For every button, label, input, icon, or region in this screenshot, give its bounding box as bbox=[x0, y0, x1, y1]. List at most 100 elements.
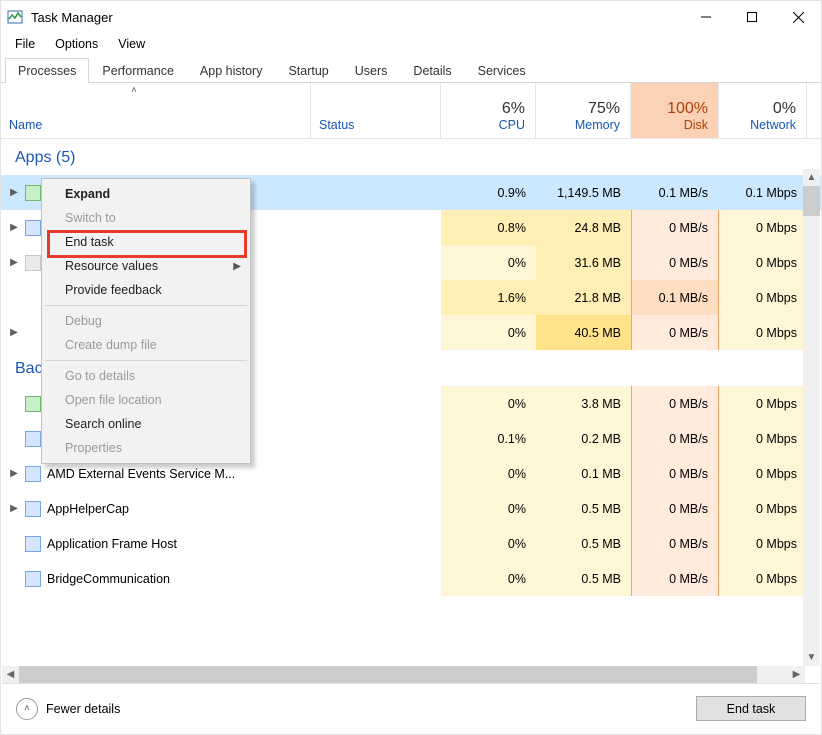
cell-cpu: 0.8% bbox=[441, 210, 536, 245]
scroll-down-icon[interactable]: ▼ bbox=[803, 649, 820, 666]
cell-disk: 0 MB/s bbox=[631, 526, 719, 561]
end-task-button[interactable]: End task bbox=[696, 696, 806, 721]
ctx-search-online[interactable]: Search online bbox=[43, 412, 249, 436]
cell-memory: 31.6 MB bbox=[536, 245, 631, 280]
cell-cpu: 1.6% bbox=[441, 280, 536, 315]
cell-memory: 24.8 MB bbox=[536, 210, 631, 245]
cell-network: 0 Mbps bbox=[719, 245, 807, 280]
cell-network: 0 Mbps bbox=[719, 315, 807, 350]
minimize-button[interactable] bbox=[683, 1, 729, 33]
scroll-left-icon[interactable]: ◀ bbox=[2, 666, 19, 683]
process-row[interactable]: ▶Application Frame Host 0% 0.5 MB 0 MB/s… bbox=[1, 526, 821, 561]
menu-file[interactable]: File bbox=[5, 35, 45, 53]
sort-caret-icon: ˄ bbox=[131, 85, 137, 96]
tab-processes[interactable]: Processes bbox=[5, 58, 89, 83]
tab-app-history[interactable]: App history bbox=[187, 58, 276, 83]
cell-cpu: 0% bbox=[441, 315, 536, 350]
tab-performance[interactable]: Performance bbox=[89, 58, 187, 83]
menu-view[interactable]: View bbox=[108, 35, 155, 53]
cell-memory: 0.5 MB bbox=[536, 526, 631, 561]
process-icon bbox=[25, 501, 41, 517]
tab-details[interactable]: Details bbox=[400, 58, 464, 83]
column-header-memory[interactable]: 75%Memory bbox=[536, 83, 631, 138]
cell-cpu: 0% bbox=[441, 456, 536, 491]
vertical-scrollbar[interactable]: ▲ ▼ bbox=[803, 169, 820, 666]
chevron-right-icon[interactable]: ▶ bbox=[9, 468, 19, 479]
cell-network: 0 Mbps bbox=[719, 526, 807, 561]
column-header-name[interactable]: Name bbox=[1, 83, 311, 138]
cell-network: 0 Mbps bbox=[719, 210, 807, 245]
process-icon bbox=[25, 466, 41, 482]
process-row[interactable]: ▶BridgeCommunication 0% 0.5 MB 0 MB/s 0 … bbox=[1, 561, 821, 596]
process-list: Apps (5) ▶ 0.9% 1,149.5 MB 0.1 MB/s 0.1 … bbox=[1, 139, 821, 687]
fewer-details-button[interactable]: ˄ Fewer details bbox=[16, 698, 120, 720]
scrollbar-thumb[interactable] bbox=[803, 186, 820, 216]
menu-options[interactable]: Options bbox=[45, 35, 108, 53]
tab-services[interactable]: Services bbox=[465, 58, 539, 83]
cell-disk: 0 MB/s bbox=[631, 456, 719, 491]
titlebar: Task Manager bbox=[1, 1, 821, 33]
cell-disk: 0 MB/s bbox=[631, 561, 719, 596]
cell-memory: 0.2 MB bbox=[536, 421, 631, 456]
scroll-right-icon[interactable]: ▶ bbox=[788, 666, 805, 683]
cell-network: 0 Mbps bbox=[719, 456, 807, 491]
chevron-right-icon[interactable]: ▶ bbox=[9, 503, 19, 514]
window-title: Task Manager bbox=[31, 10, 113, 25]
cell-cpu: 0% bbox=[441, 386, 536, 421]
cell-disk: 0 MB/s bbox=[631, 386, 719, 421]
ctx-create-dump[interactable]: Create dump file bbox=[43, 333, 249, 357]
cell-disk: 0.1 MB/s bbox=[631, 280, 719, 315]
cell-cpu: 0% bbox=[441, 491, 536, 526]
ctx-open-file-location[interactable]: Open file location bbox=[43, 388, 249, 412]
process-icon bbox=[25, 185, 41, 201]
menubar: File Options View bbox=[1, 33, 821, 55]
cell-memory: 0.5 MB bbox=[536, 491, 631, 526]
column-header-network[interactable]: 0%Network bbox=[719, 83, 807, 138]
column-header-disk[interactable]: 100%Disk bbox=[631, 83, 719, 138]
cell-network: 0 Mbps bbox=[719, 280, 807, 315]
chevron-right-icon[interactable]: ▶ bbox=[9, 257, 19, 268]
ctx-provide-feedback[interactable]: Provide feedback bbox=[43, 278, 249, 302]
chevron-right-icon[interactable]: ▶ bbox=[9, 222, 19, 233]
chevron-up-icon: ˄ bbox=[16, 698, 38, 720]
cell-cpu: 0% bbox=[441, 561, 536, 596]
ctx-go-to-details[interactable]: Go to details bbox=[43, 364, 249, 388]
cell-disk: 0 MB/s bbox=[631, 315, 719, 350]
process-icon bbox=[25, 396, 41, 412]
ctx-expand[interactable]: Expand bbox=[43, 182, 249, 206]
column-header-cpu[interactable]: 6%CPU bbox=[441, 83, 536, 138]
cell-memory: 40.5 MB bbox=[536, 315, 631, 350]
column-header-status[interactable]: Status bbox=[311, 83, 441, 138]
maximize-button[interactable] bbox=[729, 1, 775, 33]
horizontal-scrollbar[interactable]: ◀ ▶ bbox=[2, 666, 805, 683]
scroll-up-icon[interactable]: ▲ bbox=[803, 169, 820, 186]
process-icon bbox=[25, 220, 41, 236]
cell-network: 0.1 Mbps bbox=[719, 175, 807, 210]
cell-memory: 3.8 MB bbox=[536, 386, 631, 421]
process-icon bbox=[25, 431, 41, 447]
ctx-properties[interactable]: Properties bbox=[43, 436, 249, 460]
chevron-right-icon: ▶ bbox=[233, 261, 241, 272]
process-row[interactable]: ▶AppHelperCap 0% 0.5 MB 0 MB/s 0 Mbps bbox=[1, 491, 821, 526]
cell-memory: 0.1 MB bbox=[536, 456, 631, 491]
cell-memory: 21.8 MB bbox=[536, 280, 631, 315]
ctx-switch-to[interactable]: Switch to bbox=[43, 206, 249, 230]
cell-cpu: 0% bbox=[441, 526, 536, 561]
close-button[interactable] bbox=[775, 1, 821, 33]
ctx-end-task[interactable]: End task bbox=[43, 230, 249, 254]
chevron-right-icon[interactable]: ▶ bbox=[9, 187, 19, 198]
cell-memory: 0.5 MB bbox=[536, 561, 631, 596]
cell-memory: 1,149.5 MB bbox=[536, 175, 631, 210]
group-header-apps[interactable]: Apps (5) bbox=[1, 139, 821, 175]
scrollbar-thumb[interactable] bbox=[19, 666, 757, 683]
process-icon bbox=[25, 255, 41, 271]
chevron-right-icon[interactable]: ▶ bbox=[9, 327, 19, 338]
tab-startup[interactable]: Startup bbox=[275, 58, 341, 83]
cell-disk: 0 MB/s bbox=[631, 491, 719, 526]
cell-cpu: 0.1% bbox=[441, 421, 536, 456]
ctx-resource-values[interactable]: Resource values▶ bbox=[43, 254, 249, 278]
footer: ˄ Fewer details End task bbox=[2, 683, 820, 733]
ctx-debug[interactable]: Debug bbox=[43, 309, 249, 333]
tab-users[interactable]: Users bbox=[342, 58, 401, 83]
separator bbox=[45, 305, 247, 306]
